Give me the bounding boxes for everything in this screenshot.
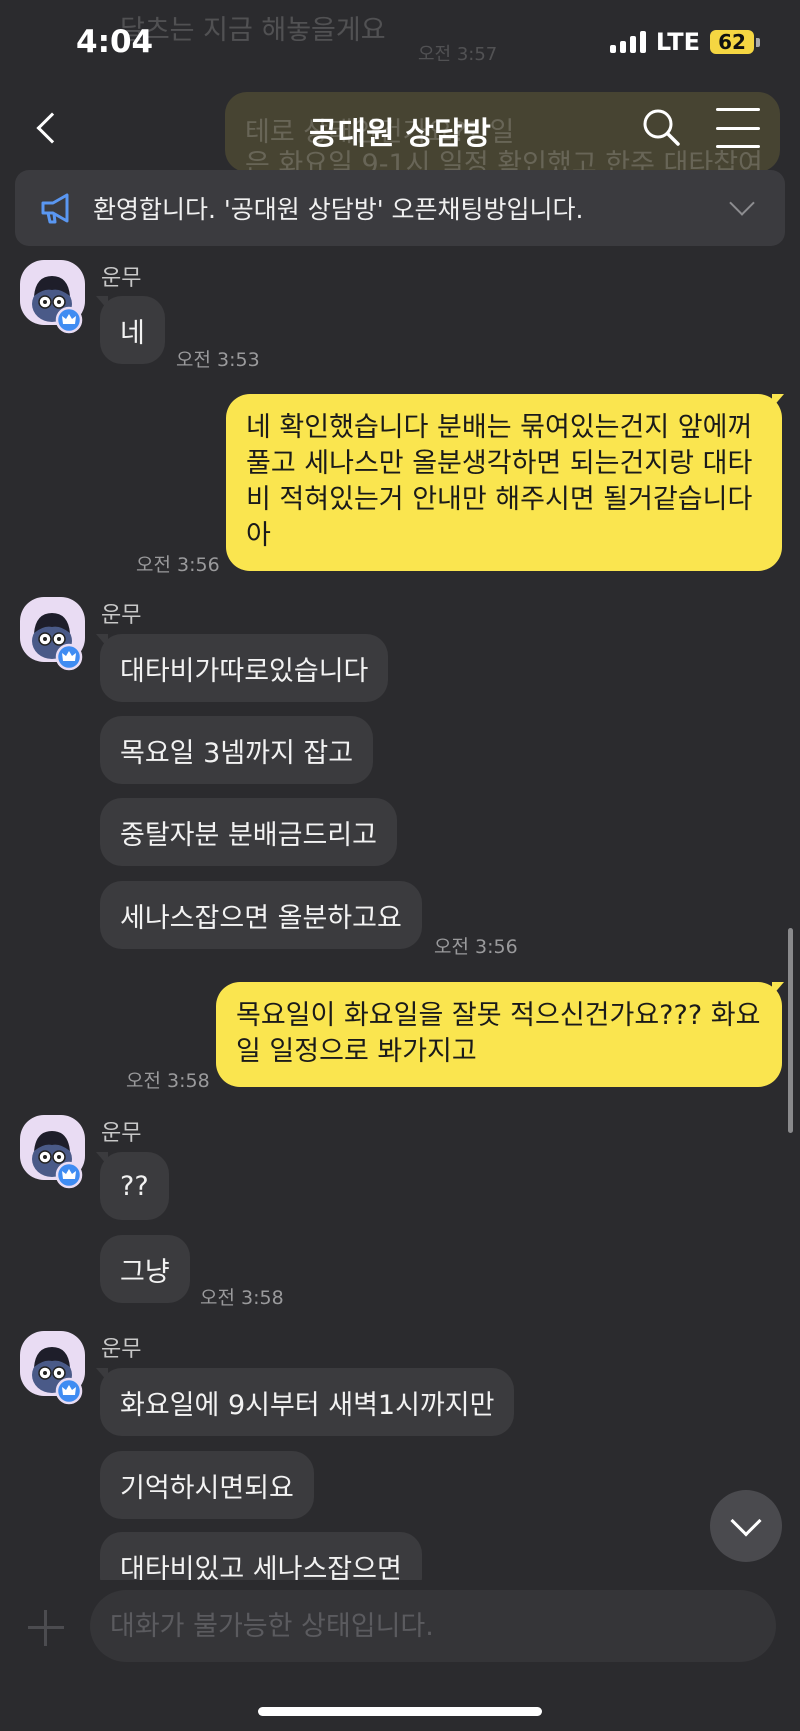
chevron-down-icon (730, 1505, 762, 1537)
chat-header: 공대원 상담방 (0, 88, 800, 168)
character-avatar-icon (32, 276, 83, 334)
message-time: 오전 3:58 (126, 1070, 210, 1092)
outgoing-message-bubble[interactable]: 네 확인했습니다 분배는 묶여있는건지 앞에꺼 풀고 세나스만 올분생각하면 되… (226, 394, 782, 571)
incoming-message-bubble[interactable]: 기억하시면되요 (100, 1451, 314, 1519)
message-time: 오전 3:53 (176, 349, 260, 371)
search-icon (643, 109, 680, 146)
signal-icon (609, 31, 646, 53)
message-time: 오전 3:58 (200, 1287, 284, 1309)
avatar[interactable] (20, 260, 85, 334)
incoming-message-bubble[interactable]: ?? (100, 1152, 169, 1220)
outgoing-message-bubble[interactable]: 목요일이 화요일을 잘못 적으신건가요??? 화요일 일정으로 봐가지고 (216, 982, 782, 1087)
ghost-message-time: 오전 3:57 (418, 44, 498, 65)
incoming-message-bubble[interactable]: 화요일에 9시부터 새벽1시까지만 (100, 1368, 515, 1436)
character-avatar-icon (32, 1131, 83, 1189)
battery-level: 62 (710, 30, 754, 54)
avatar[interactable] (20, 1331, 85, 1405)
ghost-message-text: 달츠는 지금 해놓을게요 (120, 15, 386, 46)
scroll-to-bottom-button[interactable] (710, 1490, 782, 1562)
plus-icon[interactable] (28, 1610, 64, 1646)
chevron-down-icon[interactable] (729, 190, 755, 216)
battery-icon: 62 (710, 30, 760, 54)
sender-name: 운무 (101, 1121, 142, 1146)
incoming-message-bubble[interactable]: 대타비가따로있습니다 (100, 634, 389, 702)
avatar[interactable] (20, 597, 85, 671)
input-bar (0, 1580, 800, 1731)
network-label: LTE (655, 28, 700, 56)
search-button[interactable] (640, 106, 684, 150)
incoming-message-bubble[interactable]: 그냥 (100, 1235, 190, 1303)
sender-name: 운무 (101, 603, 142, 628)
incoming-message-bubble[interactable]: 중탈자분 분배금드리고 (100, 798, 397, 866)
message-time: 오전 3:56 (434, 936, 518, 958)
notice-banner[interactable]: 환영합니다. '공대원 상담방' 오픈채팅방입니다. (15, 170, 785, 246)
message-time: 오전 3:56 (136, 554, 220, 576)
incoming-message-bubble[interactable]: 목요일 3넴까지 잡고 (100, 716, 374, 784)
status-indicators: LTE 62 (609, 28, 760, 56)
megaphone-icon (41, 193, 69, 224)
scrollbar[interactable] (788, 928, 793, 1133)
home-indicator (258, 1707, 542, 1716)
sender-name: 운무 (101, 1337, 142, 1362)
menu-button[interactable] (716, 108, 760, 148)
incoming-message-bubble[interactable]: 세나스잡으면 올분하고요 (100, 881, 422, 949)
character-avatar-icon (32, 613, 83, 671)
chat-input[interactable] (90, 1590, 776, 1662)
sender-name: 운무 (101, 266, 142, 291)
incoming-message-bubble[interactable]: 네 (100, 296, 165, 364)
hamburger-icon (716, 108, 760, 111)
notice-text: 환영합니다. '공대원 상담방' 오픈채팅방입니다. (93, 195, 584, 224)
character-avatar-icon (32, 1347, 83, 1405)
avatar[interactable] (20, 1115, 85, 1189)
